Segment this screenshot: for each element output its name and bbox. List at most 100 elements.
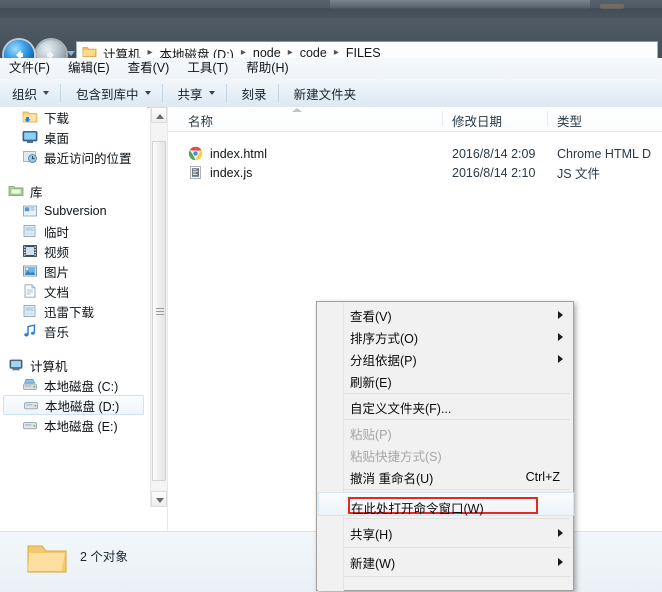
sidebar-item-label: 本地磁盘 (C:)	[44, 379, 119, 394]
file-type-cell: JS 文件	[557, 167, 601, 181]
toolbar: 组织 包含到库中 共享 刻录 新建文件夹	[0, 79, 662, 108]
toolbar-divider	[277, 84, 279, 102]
context-menu-separator	[344, 518, 570, 519]
desktop-icon	[22, 129, 38, 145]
breadcrumb-separator[interactable]: ▸	[143, 48, 158, 58]
file-name-cell[interactable]: index.html	[188, 146, 267, 162]
sidebar-item-drive-e[interactable]: 本地磁盘 (E:)	[0, 415, 147, 435]
context-menu-item-open-command-window[interactable]: 在此处打开命令窗口(W)	[318, 492, 574, 516]
sidebar-item-recent-places[interactable]: 最近访问的位置	[0, 147, 147, 167]
context-menu-item-refresh[interactable]: 刷新(E)	[318, 370, 574, 392]
column-header-name[interactable]: 名称	[188, 111, 213, 130]
sidebar-item-computer[interactable]: 计算机	[0, 355, 147, 375]
context-menu-item-customize-folder[interactable]: 自定义文件夹(F)...	[318, 396, 574, 418]
sidebar-item-subversion[interactable]: Subversion	[0, 201, 147, 221]
context-menu-item-sort-by[interactable]: 排序方式(O)	[318, 326, 574, 348]
scroll-down-button[interactable]	[151, 491, 167, 507]
toolbar-organize-button[interactable]: 组织	[4, 82, 57, 104]
menu-item-edit[interactable]: 编辑(E)	[59, 58, 119, 79]
toolbar-include-library-label: 包含到库中	[76, 87, 139, 102]
submenu-arrow-icon	[558, 355, 563, 363]
navigation-pane-scrollbar[interactable]	[150, 107, 167, 507]
title-bar	[0, 0, 662, 18]
sidebar-item-label: Subversion	[44, 204, 107, 218]
breadcrumb-separator[interactable]: ▸	[283, 48, 298, 58]
table-row[interactable]: index.html 2016/8/14 2:09 Chrome HTML D	[168, 144, 662, 163]
sidebar-item-thunder-download[interactable]: 迅雷下载	[0, 301, 147, 321]
toolbar-new-folder-button[interactable]: 新建文件夹	[286, 82, 365, 104]
column-divider[interactable]	[547, 111, 548, 126]
title-bar-highlight	[600, 4, 624, 9]
context-menu-item-undo-rename[interactable]: 撤消 重命名(U) Ctrl+Z	[318, 466, 574, 488]
chrome-icon	[188, 146, 204, 162]
file-date-cell: 2016/8/14 2:09	[452, 146, 536, 161]
sidebar-item-label: 文档	[44, 285, 70, 300]
drive-icon	[23, 397, 39, 413]
chevron-down-icon	[208, 91, 215, 95]
sidebar-item-label: 计算机	[30, 359, 68, 374]
breadcrumb-separator[interactable]: ▸	[329, 48, 344, 58]
column-header-row: 名称 修改日期 类型	[168, 107, 662, 132]
navigation-pane[interactable]: 下载 桌面 最近访问的位置 库 Subversion 临时 视频 图片 文档 迅…	[0, 107, 147, 507]
column-header-date[interactable]: 修改日期	[452, 111, 502, 130]
menu-item-tools[interactable]: 工具(T)	[178, 58, 237, 79]
context-menu-separator	[344, 547, 570, 548]
context-menu-item-label: 查看(V)	[350, 309, 392, 324]
column-header-type[interactable]: 类型	[557, 111, 582, 130]
context-menu-item-view[interactable]: 查看(V)	[318, 304, 574, 326]
client-area: 文件(F) 编辑(E) 查看(V) 工具(T) 帮助(H) 组织 包含到库中 共…	[0, 58, 662, 592]
breadcrumb-separator[interactable]: ▸	[236, 48, 251, 58]
sidebar-item-drive-d[interactable]: 本地磁盘 (D:)	[3, 395, 144, 415]
context-menu-item-label: 在此处打开命令窗口(W)	[351, 502, 484, 516]
toolbar-burn-label: 刻录	[241, 87, 267, 102]
context-menu-item-label: 粘贴快捷方式(S)	[350, 449, 442, 464]
scroll-up-button[interactable]	[151, 107, 167, 123]
submenu-arrow-icon	[558, 333, 563, 341]
sort-ascending-icon	[292, 108, 302, 112]
pictures-icon	[22, 263, 38, 279]
sidebar-item-drive-c[interactable]: 本地磁盘 (C:)	[0, 375, 147, 395]
context-menu-separator	[344, 576, 570, 577]
folder-icon	[26, 540, 68, 577]
context-menu-item-label: 自定义文件夹(F)...	[350, 401, 452, 416]
context-menu-item-paste-shortcut: 粘贴快捷方式(S)	[318, 444, 574, 466]
sidebar-item-documents[interactable]: 文档	[0, 281, 147, 301]
toolbar-share-button[interactable]: 共享	[170, 82, 223, 104]
context-menu-item-share[interactable]: 共享(H)	[318, 522, 574, 544]
history-dropdown-icon[interactable]	[67, 51, 75, 56]
toolbar-organize-label: 组织	[12, 87, 38, 102]
sidebar-item-music[interactable]: 音乐	[0, 321, 147, 341]
documents-icon	[22, 283, 38, 299]
scrollbar-thumb[interactable]	[152, 141, 166, 481]
sidebar-item-desktop[interactable]: 桌面	[0, 127, 147, 147]
downloads-icon	[22, 109, 38, 125]
sidebar-item-temp[interactable]: 临时	[0, 221, 147, 241]
toolbar-share-label: 共享	[177, 87, 203, 102]
menu-item-help[interactable]: 帮助(H)	[237, 58, 297, 79]
temp-folder-icon	[22, 223, 38, 239]
sidebar-item-pictures[interactable]: 图片	[0, 261, 147, 281]
file-date-cell: 2016/8/14 2:10	[452, 165, 536, 180]
drive-icon	[22, 417, 38, 433]
menu-item-file[interactable]: 文件(F)	[0, 58, 59, 79]
sidebar-item-downloads[interactable]: 下载	[0, 107, 147, 127]
sidebar-item-label: 迅雷下载	[44, 305, 95, 320]
context-menu-item-new[interactable]: 新建(W)	[318, 551, 574, 573]
table-row[interactable]: index.js 2016/8/14 2:10 JS 文件	[168, 163, 662, 182]
library-icon	[8, 183, 24, 199]
file-name-cell[interactable]: index.js	[188, 165, 252, 181]
toolbar-burn-button[interactable]: 刻录	[234, 82, 275, 104]
context-menu-item-group-by[interactable]: 分组依据(P)	[318, 348, 574, 370]
context-menu-separator	[344, 419, 570, 420]
toolbar-include-library-button[interactable]: 包含到库中	[68, 82, 159, 104]
explorer-window: 计算机 ▸ 本地磁盘 (D:) ▸ node ▸ code ▸ FILES 文件…	[0, 0, 662, 592]
context-menu-item-label: 分组依据(P)	[350, 353, 417, 368]
menu-item-view[interactable]: 查看(V)	[119, 58, 179, 79]
sidebar-item-libraries[interactable]: 库	[0, 181, 147, 201]
context-menu[interactable]: 查看(V) 排序方式(O) 分组依据(P) 刷新(E) 自定义文件夹(F)...…	[316, 301, 574, 591]
sidebar-item-videos[interactable]: 视频	[0, 241, 147, 261]
file-name-label: index.js	[210, 165, 253, 180]
column-divider[interactable]	[442, 111, 443, 126]
sidebar-item-label: 本地磁盘 (D:)	[45, 399, 120, 414]
